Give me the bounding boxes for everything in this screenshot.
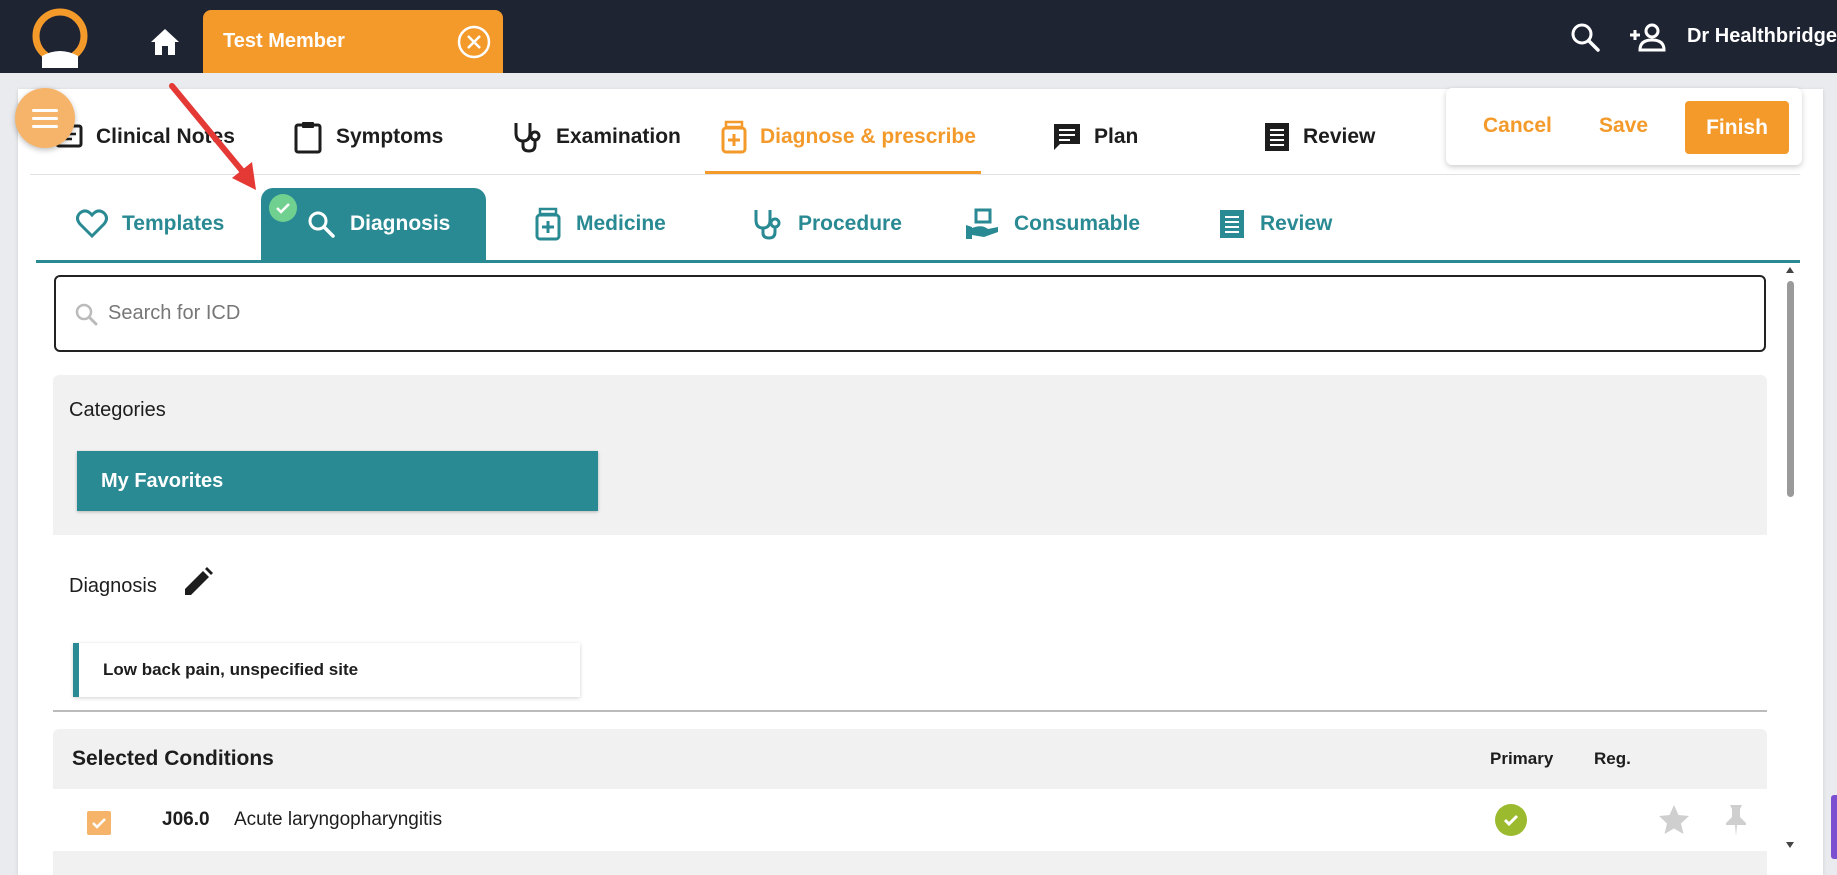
pencil-icon[interactable] <box>179 565 215 601</box>
tab-label: Examination <box>556 125 681 148</box>
tab-symptoms[interactable]: Symptoms <box>292 112 443 162</box>
menu-button[interactable] <box>15 88 75 148</box>
categories-title: Categories <box>69 399 166 421</box>
side-widget-tab[interactable] <box>1831 795 1837 859</box>
home-icon <box>151 29 179 55</box>
main-tabs-divider <box>30 174 1800 175</box>
heart-icon <box>76 209 108 239</box>
selected-conditions-section: Selected Conditions Primary Reg. J06.0 A… <box>53 729 1767 875</box>
tab-label: Diagnose & prescribe <box>760 125 976 148</box>
app-logo[interactable] <box>30 8 90 68</box>
subtab-label: Procedure <box>798 212 902 235</box>
menu-icon-bar <box>32 116 58 120</box>
column-header-primary: Primary <box>1490 749 1554 768</box>
subtab-medicine[interactable]: Medicine <box>534 200 666 248</box>
search-icon <box>308 211 335 238</box>
diagnosis-item[interactable]: Low back pain, unspecified site <box>73 643 580 697</box>
diagnosis-section: Diagnosis Low back pain, unspecified sit… <box>53 535 1767 712</box>
condition-description: Acute laryngopharyngitis <box>234 809 443 830</box>
diagnosis-title: Diagnosis <box>69 575 157 597</box>
icd-search-box[interactable] <box>54 275 1766 352</box>
patient-tab-label: Test Member <box>223 30 345 52</box>
clipboard-icon <box>294 122 322 154</box>
category-my-favorites[interactable]: My Favorites <box>77 451 598 511</box>
action-panel: Cancel Save Finish <box>1446 88 1802 165</box>
subtab-diagnosis[interactable]: Diagnosis <box>306 200 450 248</box>
content-scrollbar[interactable] <box>1783 265 1797 855</box>
top-right-actions: Dr Healthbridge <box>1563 0 1837 73</box>
receipt-icon <box>1220 210 1244 238</box>
global-search-button[interactable] <box>1563 15 1607 59</box>
check-circle-icon <box>1503 814 1519 827</box>
subtab-label: Diagnosis <box>350 212 451 235</box>
subtab-label: Consumable <box>1014 212 1141 235</box>
scroll-up-icon[interactable] <box>1785 265 1795 275</box>
menu-icon-bar <box>32 124 58 128</box>
search-icon <box>1571 23 1600 52</box>
receipt-icon <box>1265 123 1289 151</box>
top-bar: Test Member Dr Healthbridge <box>0 0 1837 73</box>
subtab-consumable[interactable]: Consumable <box>964 200 1140 248</box>
tab-diagnose-prescribe[interactable]: Diagnose & prescribe <box>720 112 976 162</box>
tab-examination[interactable]: Examination <box>510 112 681 162</box>
pin-icon[interactable] <box>1721 803 1751 837</box>
stethoscope-icon <box>514 123 541 153</box>
star-icon[interactable] <box>1657 803 1691 837</box>
save-button[interactable]: Save <box>1599 114 1648 138</box>
close-tab-icon[interactable] <box>457 25 491 59</box>
condition-code: J06.0 <box>162 809 210 830</box>
subtab-review[interactable]: Review <box>1218 200 1332 248</box>
medicine-bottle-icon <box>535 207 561 241</box>
subtab-label: Review <box>1260 212 1333 235</box>
checkmark-icon <box>92 818 106 829</box>
add-person-icon <box>1629 23 1666 51</box>
tab-review[interactable]: Review <box>1263 112 1375 162</box>
user-name[interactable]: Dr Healthbridge <box>1687 25 1837 48</box>
subtabs-divider <box>36 260 1800 263</box>
icd-search-input[interactable] <box>108 302 1708 325</box>
patient-tab[interactable]: Test Member <box>203 10 503 73</box>
tab-label: Symptoms <box>336 125 444 148</box>
condition-checkbox[interactable] <box>87 811 111 835</box>
search-icon <box>75 303 98 325</box>
table-row: J06.0 Acute laryngopharyngitis <box>53 789 1767 851</box>
subtab-label: Medicine <box>576 212 666 235</box>
finish-button[interactable]: Finish <box>1685 101 1789 154</box>
primary-toggle[interactable] <box>1495 804 1527 836</box>
completed-check-icon <box>269 194 297 222</box>
categories-section: Categories My Favorites <box>53 375 1767 535</box>
subtab-templates[interactable]: Templates <box>76 200 224 248</box>
medicine-bottle-icon <box>721 120 747 154</box>
hand-box-icon <box>966 208 998 239</box>
scroll-down-icon[interactable] <box>1785 840 1795 850</box>
comment-icon <box>1054 124 1080 150</box>
stethoscope-icon <box>754 210 781 240</box>
scroll-thumb[interactable] <box>1787 281 1794 497</box>
selected-conditions-title: Selected Conditions <box>72 747 274 770</box>
column-header-reg: Reg. <box>1594 749 1631 768</box>
tab-label: Clinical Notes <box>96 125 235 148</box>
cancel-button[interactable]: Cancel <box>1483 114 1552 138</box>
subtab-label: Templates <box>122 212 225 235</box>
tab-label: Review <box>1303 125 1376 148</box>
menu-icon-bar <box>32 108 58 112</box>
home-button[interactable] <box>145 22 185 62</box>
tab-plan[interactable]: Plan <box>1052 112 1138 162</box>
subtab-procedure[interactable]: Procedure <box>750 200 902 248</box>
add-user-button[interactable] <box>1625 15 1669 59</box>
tab-label: Plan <box>1094 125 1139 148</box>
tab-clinical-notes[interactable]: Clinical Notes <box>54 112 235 162</box>
